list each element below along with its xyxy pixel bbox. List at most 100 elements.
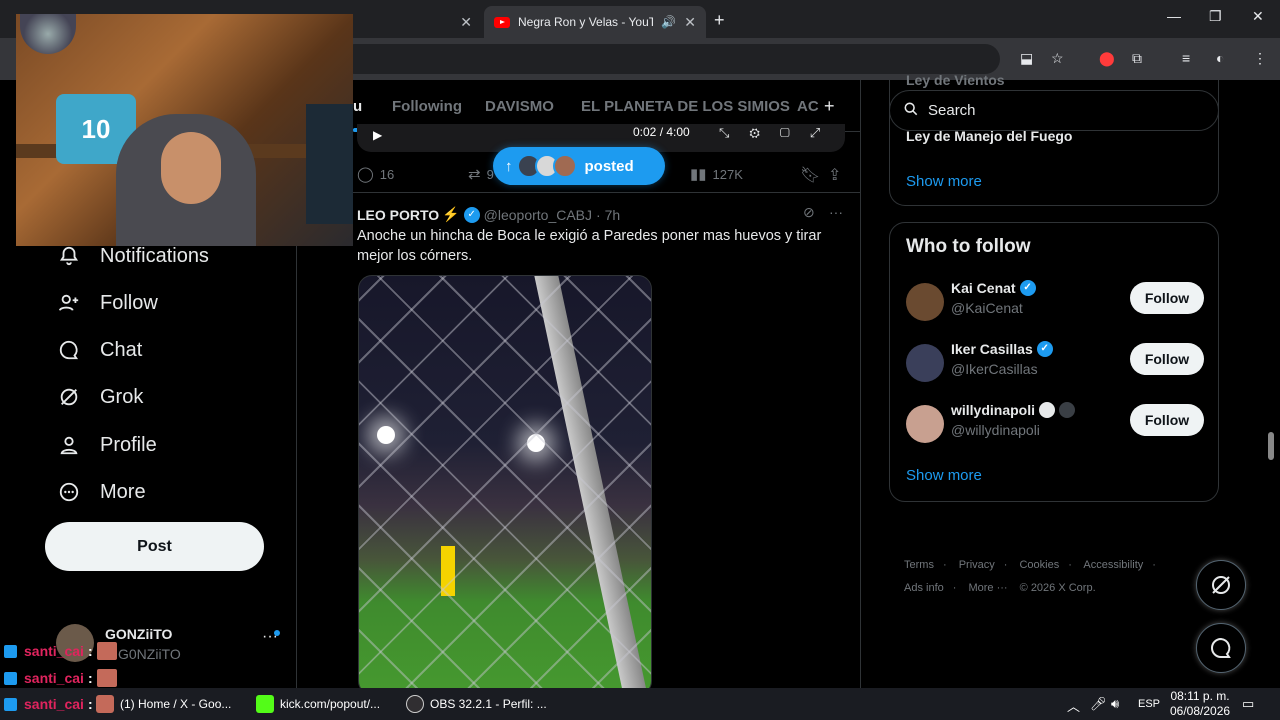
- footer-link[interactable]: Accessibility: [1083, 559, 1143, 571]
- show-more-link[interactable]: Show more: [906, 467, 982, 484]
- close-tab-icon[interactable]: ✕: [684, 14, 696, 31]
- footer-link[interactable]: Privacy: [959, 559, 995, 571]
- tab-for-you[interactable]: u: [353, 98, 362, 115]
- taskbar-obs[interactable]: OBS 32.2.1 - Perfil: ...: [406, 694, 547, 714]
- extension-red-icon[interactable]: ⬤: [1099, 50, 1115, 67]
- tweet-time[interactable]: · 7h: [596, 207, 620, 223]
- suggestion-handle: @IkerCasillas: [951, 361, 1038, 377]
- profile-avatar-icon[interactable]: ◐: [1216, 50, 1224, 66]
- taskbar-chrome[interactable]: (1) Home / X - Goo...: [96, 694, 231, 714]
- footer-separator: ·: [1152, 559, 1156, 571]
- avatar: [906, 405, 944, 443]
- task-label: kick.com/popout/...: [280, 697, 381, 711]
- nav-notifications[interactable]: Notifications: [56, 243, 209, 269]
- volume-icon[interactable]: 🔊︎: [1111, 696, 1119, 712]
- nav-label: Follow: [100, 291, 158, 314]
- tweet-header: LEO PORTO ⚡ ✓ @leoporto_CABJ · 7h: [357, 206, 620, 223]
- grok-fab-button[interactable]: [1196, 560, 1246, 610]
- suggestion-name-text: Iker Casillas: [951, 341, 1033, 357]
- chat-separator: :: [87, 643, 93, 659]
- footer-link[interactable]: Cookies: [1019, 559, 1059, 571]
- task-label: OBS 32.2.1 - Perfil: ...: [430, 697, 547, 711]
- reply-count: 16: [379, 166, 395, 182]
- clock-time: 08:11 p. m.: [1170, 689, 1230, 703]
- repost-button[interactable]: ⇄ 9: [468, 165, 494, 183]
- microphone-icon[interactable]: 🎤︎: [1090, 696, 1107, 712]
- person-plus-icon: [56, 290, 82, 316]
- footer-link[interactable]: More ···: [968, 582, 1007, 594]
- nav-chat[interactable]: Chat: [56, 337, 142, 363]
- notifications-icon[interactable]: ▭: [1242, 696, 1254, 712]
- tweet-video[interactable]: [358, 275, 652, 695]
- tray-expand-icon[interactable]: ︿: [1067, 696, 1080, 715]
- chat-message: santi_cai :: [4, 669, 117, 687]
- tab-title: Negra Ron y Velas - YouTube: [518, 15, 654, 29]
- show-more-link[interactable]: Show more: [906, 173, 982, 190]
- add-tab-icon[interactable]: +: [824, 96, 835, 117]
- language-indicator[interactable]: ESP: [1138, 698, 1160, 710]
- minimize-icon[interactable]: —: [1167, 8, 1181, 24]
- taskbar-kick[interactable]: kick.com/popout/...: [256, 694, 380, 714]
- follow-suggestion[interactable]: willydinapoli @willydinapoli Follow: [906, 401, 1206, 449]
- chat-bubble-icon: [1211, 637, 1231, 658]
- nav-label: Profile: [100, 433, 157, 456]
- extensions-puzzle-icon[interactable]: ⧉: [1132, 50, 1142, 67]
- install-app-icon[interactable]: ⬓: [1020, 50, 1033, 67]
- footer-link[interactable]: Ads info: [904, 582, 944, 594]
- footer-link[interactable]: Terms: [904, 559, 934, 571]
- lightning-icon: ⚡: [442, 206, 460, 222]
- follow-button[interactable]: Follow: [1130, 404, 1204, 436]
- bookmark-icon[interactable]: 🔖︎: [800, 165, 820, 185]
- follow-suggestion[interactable]: Iker Casillas ✓ @IkerCasillas Follow: [906, 340, 1206, 388]
- follow-suggestion[interactable]: Kai Cenat ✓ @KaiCenat Follow: [906, 279, 1206, 327]
- address-bar[interactable]: [340, 44, 1000, 74]
- grok-icon[interactable]: ⊘: [803, 204, 815, 221]
- follow-button[interactable]: Follow: [1130, 282, 1204, 314]
- nav-profile[interactable]: Profile: [56, 432, 157, 458]
- tab-davismo[interactable]: DAVISMO: [485, 98, 554, 115]
- tab-el-planeta[interactable]: EL PLANETA DE LOS SIMIOS: [581, 98, 790, 115]
- right-sidebar: Ley de Vientos Ley de Manejo del Fuego S…: [889, 72, 1219, 720]
- play-icon[interactable]: ▶: [373, 128, 382, 142]
- emote-icon: [96, 642, 117, 660]
- media-control-icon[interactable]: ≡: [1182, 50, 1190, 66]
- chat-message: santi_cai :: [4, 642, 117, 660]
- nav-grok[interactable]: Grok: [56, 384, 143, 410]
- nav-more[interactable]: More: [56, 479, 146, 505]
- notification-dot: [274, 630, 280, 636]
- views-button[interactable]: ▮▮ 127K: [690, 165, 743, 183]
- browser-tab-youtube[interactable]: Negra Ron y Velas - YouTube 🔊 ✕: [484, 6, 706, 38]
- new-posts-pill[interactable]: ↑ posted: [493, 147, 665, 185]
- trend-item[interactable]: Ley de Vientos: [906, 72, 1005, 88]
- nav-follow[interactable]: Follow: [56, 290, 158, 316]
- tab-ac[interactable]: AC: [797, 98, 819, 115]
- close-tab-icon[interactable]: ✕: [460, 14, 472, 31]
- views-count: 127K: [712, 166, 743, 182]
- chrome-icon: [96, 695, 114, 713]
- tweet-author-name[interactable]: LEO PORTO: [357, 207, 439, 223]
- menu-kebab-icon[interactable]: ⋮: [1253, 50, 1267, 67]
- scrollbar-thumb[interactable]: [1268, 432, 1274, 460]
- search-input[interactable]: Search: [889, 90, 1219, 131]
- more-icon[interactable]: ···: [829, 204, 843, 220]
- footer-separator: ·: [942, 559, 947, 571]
- messages-fab-button[interactable]: [1196, 623, 1246, 673]
- new-tab-button[interactable]: +: [714, 10, 725, 31]
- speaker-icon[interactable]: 🔊: [661, 15, 676, 29]
- post-button[interactable]: Post: [45, 522, 264, 571]
- follow-button[interactable]: Follow: [1130, 343, 1204, 375]
- video-control-icons[interactable]: ⤡⚙▢⤢: [719, 125, 840, 141]
- copyright: © 2026 X Corp.: [1019, 582, 1096, 594]
- maximize-icon[interactable]: ❐: [1209, 8, 1222, 25]
- tweet-author-handle[interactable]: @leoporto_CABJ: [484, 207, 592, 223]
- pill-avatars: [516, 154, 577, 178]
- reply-button[interactable]: ◯ 16: [357, 165, 394, 183]
- share-icon[interactable]: ⇪: [828, 165, 841, 185]
- views-icon: ▮▮: [690, 166, 707, 183]
- window-close-icon[interactable]: ✕: [1252, 8, 1264, 25]
- chat-message: santi_cai :: [4, 696, 97, 712]
- tab-following[interactable]: Following: [392, 98, 462, 115]
- clock-date: 06/08/2026: [1170, 704, 1231, 718]
- clock[interactable]: 08:11 p. m. 06/08/2026: [1170, 689, 1230, 719]
- bookmark-star-icon[interactable]: ☆: [1051, 50, 1064, 67]
